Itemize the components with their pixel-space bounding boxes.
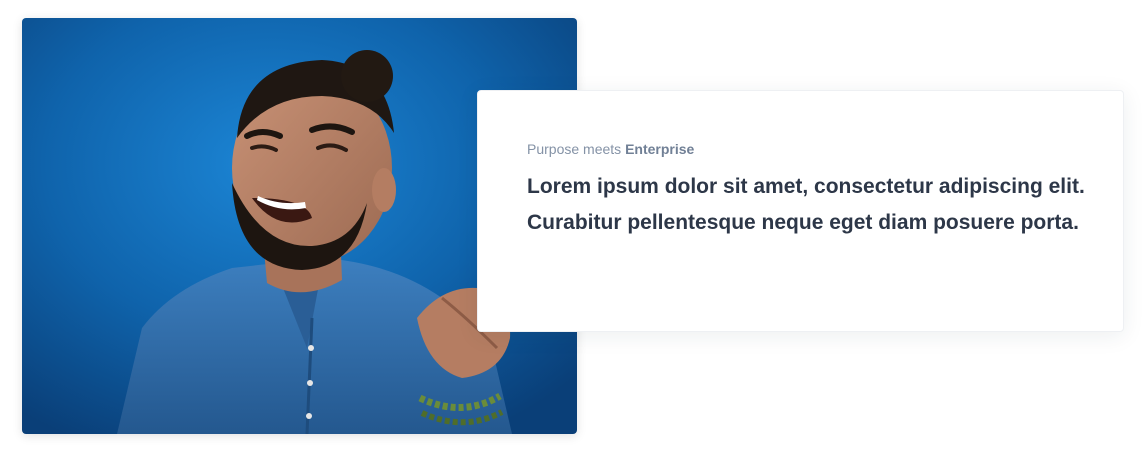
eyebrow-bold: Enterprise bbox=[625, 141, 695, 157]
feature-card: Purpose meets Enterprise Lorem ipsum dol… bbox=[477, 90, 1124, 332]
eyebrow-text: Purpose meets Enterprise bbox=[527, 141, 694, 157]
lead-paragraph: Lorem ipsum dolor sit amet, consectetur … bbox=[527, 175, 1085, 234]
eyebrow-prefix: Purpose meets bbox=[527, 141, 626, 157]
feature-section: Purpose meets Enterprise Lorem ipsum dol… bbox=[0, 0, 1148, 455]
